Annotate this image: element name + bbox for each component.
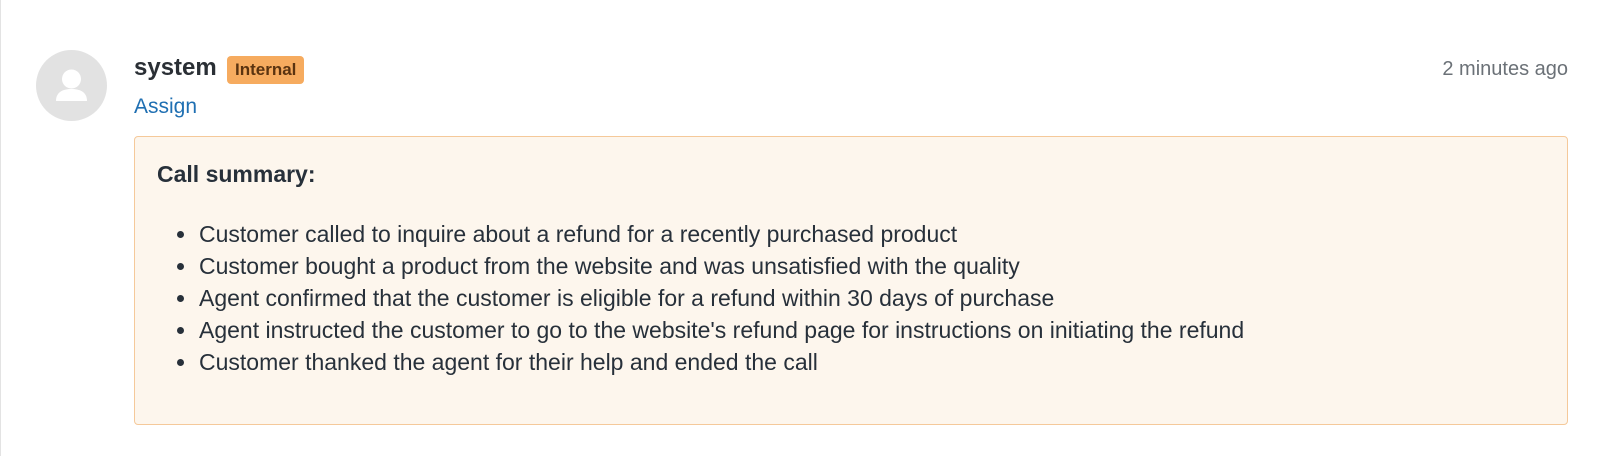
- call-summary-note: Call summary: Customer called to inquire…: [134, 136, 1568, 425]
- assign-link[interactable]: Assign: [134, 95, 197, 119]
- bullet-icon: [177, 263, 184, 270]
- list-item: Agent confirmed that the customer is eli…: [157, 282, 1545, 314]
- page: system Internal 2 minutes ago Assign Cal…: [0, 0, 1600, 456]
- user-silhouette-icon: [56, 69, 87, 101]
- bullet-icon: [177, 231, 184, 238]
- note-heading: Call summary:: [157, 161, 316, 187]
- list-item-text: Customer called to inquire about a refun…: [199, 221, 958, 247]
- list-item: Customer called to inquire about a refun…: [157, 218, 1545, 250]
- list-item: Agent instructed the customer to go to t…: [157, 314, 1545, 346]
- entry-header: system Internal 2 minutes ago: [134, 50, 1568, 90]
- list-item: Customer thanked the agent for their hel…: [157, 346, 1545, 378]
- list-item: Customer bought a product from the websi…: [157, 250, 1545, 282]
- list-item-text: Customer bought a product from the websi…: [199, 253, 1020, 279]
- list-item-text: Agent instructed the customer to go to t…: [199, 317, 1245, 343]
- internal-badge: Internal: [227, 56, 305, 84]
- timestamp: 2 minutes ago: [1442, 58, 1568, 80]
- bullet-icon: [177, 359, 184, 366]
- summary-list: Customer called to inquire about a refun…: [157, 218, 1545, 378]
- list-item-text: Agent confirmed that the customer is eli…: [199, 285, 1055, 311]
- bullet-icon: [177, 327, 184, 334]
- entry-content: system Internal 2 minutes ago Assign Cal…: [134, 50, 1568, 425]
- author-name: system: [134, 54, 217, 81]
- bullet-icon: [177, 295, 184, 302]
- avatar: [36, 50, 107, 121]
- list-item-text: Customer thanked the agent for their hel…: [199, 349, 818, 375]
